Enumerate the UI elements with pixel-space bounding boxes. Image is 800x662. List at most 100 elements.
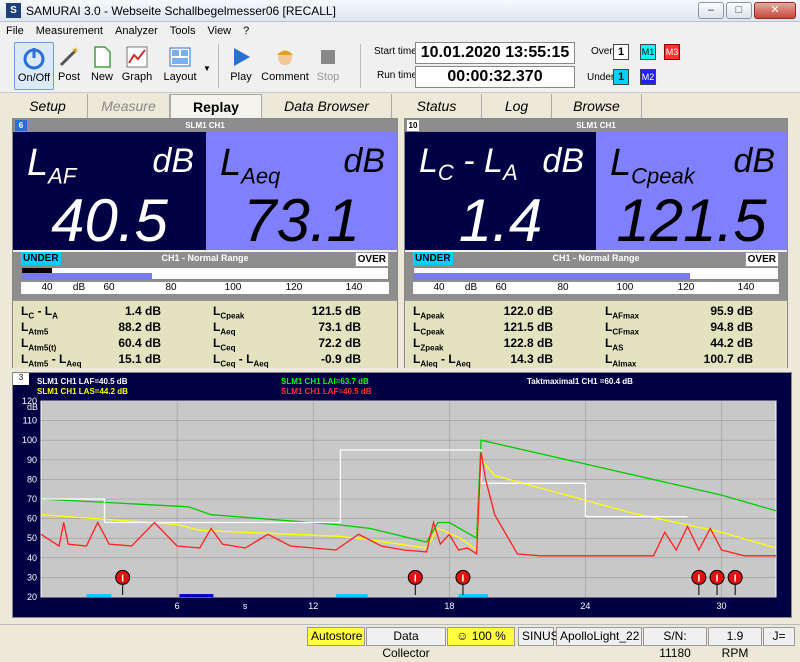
tab-log[interactable]: Log xyxy=(482,94,552,118)
new-button[interactable]: New xyxy=(88,42,116,90)
metric-value: 122.0 dB xyxy=(503,304,553,318)
metric-value: 72.2 dB xyxy=(318,336,361,350)
layout-button[interactable]: Layout xyxy=(160,42,200,90)
lcpeak-display: LCpeak dB 121.5 xyxy=(596,132,787,254)
marker-m1-button[interactable]: M1 xyxy=(640,44,656,60)
panel-number: 3 xyxy=(13,373,29,385)
scale-tick: 120 xyxy=(677,282,695,293)
event-marker-label: I xyxy=(734,573,737,584)
metric-value: 73.1 dB xyxy=(318,320,361,334)
metric-label: LAtm5 xyxy=(21,320,49,337)
marker-m3-button[interactable]: M3 xyxy=(664,44,680,60)
metric-label: LCpeak xyxy=(213,304,245,321)
scale-tick: 60 xyxy=(495,282,507,293)
title-bar: S SAMURAI 3.0 - Webseite Schallbegelmess… xyxy=(0,0,800,22)
metric-label: LCpeak xyxy=(413,320,445,337)
x-tick-label: 30 xyxy=(717,601,727,611)
menu-view[interactable]: View xyxy=(207,25,231,37)
battery-icon: ☺ xyxy=(456,629,469,643)
run-time-label: Run time xyxy=(377,70,418,81)
play-icon xyxy=(229,45,253,69)
y-axis-label: dB xyxy=(27,402,38,412)
onoff-label: On/Off xyxy=(17,72,51,84)
comment-label: Comment xyxy=(261,71,309,83)
onoff-button[interactable]: On/Off xyxy=(14,42,54,90)
tab-setup[interactable]: Setup xyxy=(8,94,88,118)
layout-dropdown-icon[interactable]: ▼ xyxy=(203,64,211,73)
scale-tick: 100 xyxy=(224,282,242,293)
menu-file[interactable]: File xyxy=(6,25,24,37)
menu-analyzer[interactable]: Analyzer xyxy=(115,25,158,37)
maximize-button[interactable]: □ xyxy=(726,2,752,19)
lcpeak-value: 121.5 xyxy=(616,187,767,254)
y-tick-label: 90 xyxy=(27,455,37,465)
tab-status[interactable]: Status xyxy=(392,94,482,118)
event-bar xyxy=(335,594,368,598)
level-scale: 40 dB 60 80 100 120 140 xyxy=(21,282,389,294)
new-label: New xyxy=(90,71,113,83)
event-marker-label: I xyxy=(716,573,719,584)
metric-label: LCeq - LAeq xyxy=(213,352,269,369)
range-name: CH1 - Normal Range xyxy=(552,253,640,263)
y-tick-label: 80 xyxy=(27,474,37,484)
panel-title: SLM1 CH1 xyxy=(185,121,225,130)
serial-number: S/N: 11180 xyxy=(643,627,707,660)
metric-label: LAtm5(t) xyxy=(21,336,57,353)
tab-replay[interactable]: Replay xyxy=(170,94,262,118)
minimize-button[interactable]: – xyxy=(698,2,724,19)
level-scale: 40 dB 60 80 100 120 140 xyxy=(413,282,779,294)
tab-data-browser[interactable]: Data Browser xyxy=(262,94,392,118)
start-time-display: 10.01.2020 13:55:15 xyxy=(415,42,575,64)
metric-label: LAS xyxy=(605,336,624,353)
menu-help[interactable]: ? xyxy=(243,25,249,37)
tab-measure[interactable]: Measure xyxy=(88,94,170,118)
power-icon xyxy=(22,46,46,70)
metric-value: 44.2 dB xyxy=(710,336,753,350)
lc-la-unit: dB xyxy=(542,142,584,180)
graph-button[interactable]: Graph xyxy=(121,42,153,90)
level-bar-track xyxy=(413,267,779,280)
comment-button[interactable]: Comment xyxy=(260,42,310,90)
over-label: Over xyxy=(591,46,613,57)
scale-tick: dB xyxy=(72,282,86,293)
stop-button[interactable]: Stop xyxy=(313,42,343,90)
y-tick-label: 60 xyxy=(27,514,37,524)
rpm-indicator: 1.9 RPM xyxy=(708,627,762,660)
lc-la-label: LC - LA xyxy=(419,142,518,185)
window-title: SAMURAI 3.0 - Webseite Schallbegelmesser… xyxy=(26,3,336,18)
metric-value: -0.9 dB xyxy=(320,352,361,366)
close-button[interactable]: ✕ xyxy=(754,2,796,19)
play-button[interactable]: Play xyxy=(226,42,256,90)
scale-tick: 100 xyxy=(616,282,634,293)
laf-label: LAF xyxy=(27,142,77,189)
range-bar: UNDER CH1 - Normal Range OVER 40 dB 60 8… xyxy=(13,252,397,300)
lcpeak-label: LCpeak xyxy=(610,142,695,189)
tab-browse[interactable]: Browse xyxy=(552,94,642,118)
metric-label: LC - LA xyxy=(21,304,58,321)
metric-value: 121.5 dB xyxy=(311,304,361,318)
range-name: CH1 - Normal Range xyxy=(161,253,249,263)
metric-value: 121.5 dB xyxy=(503,320,553,334)
metric-label: LCFmax xyxy=(605,320,640,337)
x-tick-label: 6 xyxy=(175,601,180,611)
post-button[interactable]: ✶ Post xyxy=(56,42,82,90)
layout-icon xyxy=(168,45,192,69)
x-tick-label: 12 xyxy=(308,601,318,611)
x-axis-unit: s xyxy=(243,601,248,611)
stop-icon xyxy=(316,45,340,69)
menu-bar: File Measurement Analyzer Tools View ? xyxy=(0,22,800,40)
metric-value: 1.4 dB xyxy=(124,304,161,318)
y-tick-label: 110 xyxy=(23,416,37,426)
metric-value: 60.4 dB xyxy=(118,336,161,350)
sinus-label: SINUS xyxy=(518,627,559,646)
panel-title: SLM1 CH1 xyxy=(576,121,616,130)
metric-value: 14.3 dB xyxy=(510,352,553,366)
menu-measurement[interactable]: Measurement xyxy=(36,25,103,37)
toolbar-separator xyxy=(360,44,361,88)
legend-taktmaximal: Taktmaximal1 CH1 =60.4 dB xyxy=(527,377,633,386)
marker-m2-button[interactable]: M2 xyxy=(640,69,656,85)
menu-tools[interactable]: Tools xyxy=(170,25,196,37)
level-chart[interactable]: 2030405060708090100110120dB6 12 18 24 30sI I I… xyxy=(13,397,791,617)
measurement-table: LC - LA 1.4 dB LAtm5 88.2 dB LAtm5(t) 60.4 dB… xyxy=(13,300,397,368)
under-count: 1 xyxy=(613,69,629,85)
